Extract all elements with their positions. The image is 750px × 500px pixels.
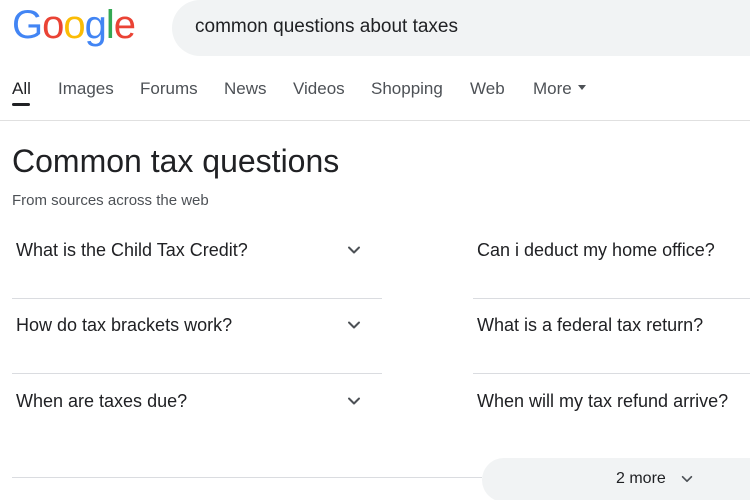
search-input[interactable]: common questions about taxes [195, 16, 458, 38]
question-item[interactable]: Can i deduct my home office? [473, 224, 750, 299]
show-more-button[interactable]: 2 more [482, 458, 750, 500]
section-subtitle: From sources across the web [12, 192, 209, 209]
question-item[interactable]: When will my tax refund arrive? [473, 375, 750, 455]
question-text: What is a federal tax return? [477, 315, 704, 335]
chevron-down-icon [348, 397, 360, 405]
logo-letter: o [63, 3, 85, 47]
tab-news[interactable]: News [224, 79, 267, 99]
logo-letter: l [105, 3, 115, 47]
active-tab-indicator [12, 103, 30, 106]
search-tabs: All Images Forums News Videos Shopping W… [0, 70, 750, 120]
question-item[interactable]: How do tax brackets work? [12, 299, 382, 374]
tab-more[interactable]: More [533, 79, 586, 99]
chevron-down-icon [348, 321, 360, 329]
section-title: Common tax questions [12, 143, 340, 179]
question-text: What is the Child Tax Credit? [16, 240, 248, 260]
question-divider [473, 373, 750, 374]
show-more-label: 2 more [616, 470, 666, 487]
bottom-divider [12, 477, 482, 478]
question-text: When are taxes due? [16, 391, 188, 411]
question-text: Can i deduct my home office? [477, 240, 715, 260]
search-box[interactable]: common questions about taxes [172, 0, 750, 56]
question-text: How do tax brackets work? [16, 315, 233, 335]
google-logo[interactable]: Google [12, 2, 136, 48]
tab-forums[interactable]: Forums [140, 79, 198, 99]
logo-letter: G [12, 3, 43, 47]
question-item[interactable]: What is the Child Tax Credit? [12, 224, 382, 299]
question-divider [12, 373, 382, 374]
question-item[interactable]: When are taxes due? [12, 375, 382, 455]
question-text: When will my tax refund arrive? [477, 391, 729, 411]
chevron-down-icon [681, 475, 693, 483]
question-item[interactable]: What is a federal tax return? [473, 299, 750, 374]
tab-more-label: More [533, 79, 572, 98]
logo-letter: e [113, 3, 136, 47]
tab-videos[interactable]: Videos [293, 79, 345, 99]
logo-letter: g [84, 3, 107, 47]
logo-letter: o [42, 3, 64, 47]
tab-shopping[interactable]: Shopping [371, 79, 443, 99]
tab-all[interactable]: All [12, 79, 31, 99]
chevron-down-icon [348, 246, 360, 254]
header-divider [0, 120, 750, 121]
tab-images[interactable]: Images [58, 79, 114, 99]
tab-web[interactable]: Web [470, 79, 505, 99]
search-results-page: Google common questions about taxes All … [0, 0, 750, 500]
caret-down-icon [577, 85, 586, 91]
